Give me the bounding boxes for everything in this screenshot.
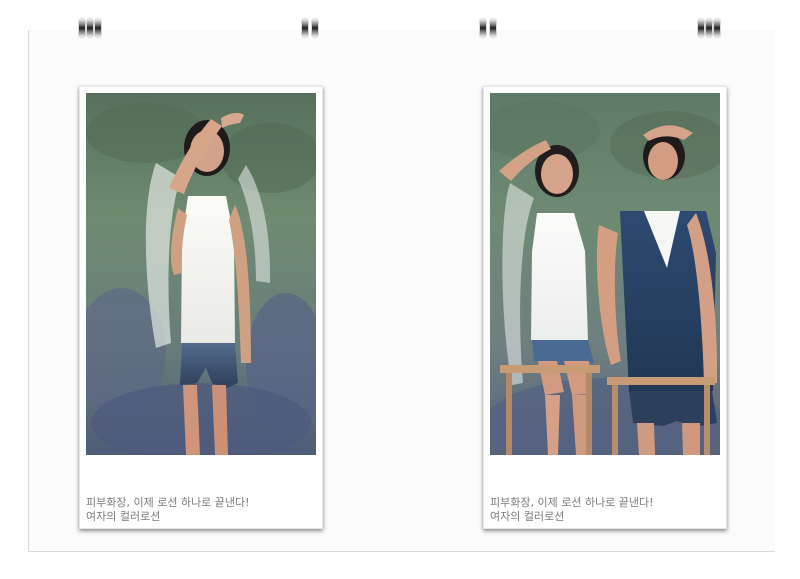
ring-icon xyxy=(95,19,101,37)
photo-caption: 피부화장, 이제 로션 하나로 끝낸다! 여자의 컬러로션 xyxy=(86,496,316,524)
ring-icon xyxy=(79,19,85,37)
ring-icon xyxy=(714,19,720,37)
caption-line-1: 피부화장, 이제 로션 하나로 끝낸다! xyxy=(86,496,250,509)
ring-icon xyxy=(312,19,318,37)
ring-icon xyxy=(302,19,308,37)
caption-line-1: 피부화장, 이제 로션 하나로 끝낸다! xyxy=(490,496,654,509)
caption-line-2: 여자의 컬러로션 xyxy=(86,510,161,523)
photo-woman-in-veil xyxy=(86,93,316,455)
photo-card-left: 피부화장, 이제 로션 하나로 끝낸다! 여자의 컬러로션 xyxy=(79,86,323,529)
binder-rings-left-2 xyxy=(298,18,332,38)
caption-line-2: 여자의 컬러로션 xyxy=(490,510,565,523)
page: 피부화장, 이제 로션 하나로 끝낸다! 여자의 컬러로션 피부화장, 이제 로… xyxy=(0,0,800,579)
ring-icon xyxy=(706,19,712,37)
ring-icon xyxy=(490,19,496,37)
photo-caption: 피부화장, 이제 로션 하나로 끝낸다! 여자의 컬러로션 xyxy=(490,496,720,524)
binder-rings-left-1 xyxy=(77,18,111,38)
binder-rings-right-1 xyxy=(476,18,510,38)
binder-rings-right-2 xyxy=(696,18,730,38)
photo-image xyxy=(86,93,316,455)
ring-icon xyxy=(87,19,93,37)
photo-card-right: 피부화장, 이제 로션 하나로 끝낸다! 여자의 컬러로션 xyxy=(483,86,727,529)
photo-image xyxy=(490,93,720,455)
ring-icon xyxy=(480,19,486,37)
ring-icon xyxy=(698,19,704,37)
photo-couple-seated xyxy=(490,93,720,455)
